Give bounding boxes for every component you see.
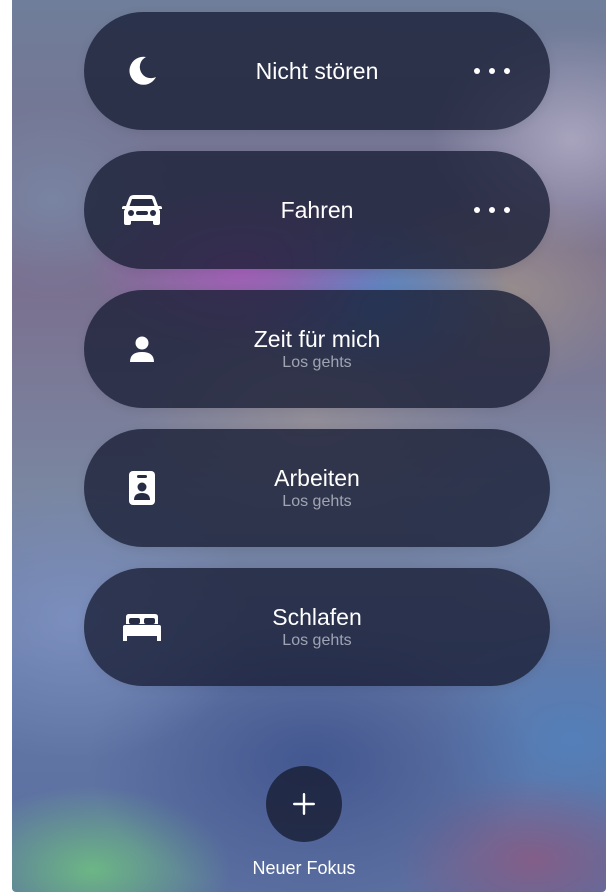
focus-card-sleep[interactable]: Schlafen Los gehts <box>84 568 550 686</box>
plus-icon <box>293 793 315 815</box>
focus-title: Fahren <box>280 197 354 223</box>
ellipsis-dot-icon <box>504 207 510 213</box>
focus-title: Zeit für mich <box>253 326 381 352</box>
ellipsis-dot-icon <box>474 207 480 213</box>
new-focus-button[interactable] <box>266 766 342 842</box>
person-icon <box>120 327 164 371</box>
more-options-button[interactable] <box>474 61 510 81</box>
focus-title: Schlafen <box>272 604 362 630</box>
focus-title: Nicht stören <box>255 58 379 84</box>
new-focus-label[interactable]: Neuer Fokus <box>204 858 404 879</box>
focus-card-texts: Arbeiten Los gehts <box>174 429 460 547</box>
focus-card-do-not-disturb[interactable]: Nicht stören <box>84 12 550 130</box>
focus-subtitle: Los gehts <box>282 632 352 649</box>
screen-left-margin <box>0 0 12 892</box>
more-options-button[interactable] <box>474 200 510 220</box>
ellipsis-dot-icon <box>504 68 510 74</box>
focus-title: Arbeiten <box>274 465 360 491</box>
focus-card-work[interactable]: Arbeiten Los gehts <box>84 429 550 547</box>
ellipsis-dot-icon <box>489 207 495 213</box>
ellipsis-dot-icon <box>489 68 495 74</box>
focus-card-texts: Schlafen Los gehts <box>174 568 460 686</box>
bed-icon <box>120 605 164 649</box>
moon-icon <box>120 49 164 93</box>
focus-card-texts: Zeit für mich Los gehts <box>174 290 460 408</box>
car-icon <box>120 188 164 232</box>
focus-subtitle: Los gehts <box>282 354 352 371</box>
focus-card-texts: Fahren <box>174 151 460 269</box>
focus-card-driving[interactable]: Fahren <box>84 151 550 269</box>
focus-screen: Nicht stören Fahren Zeit für mich Los ge… <box>12 0 606 892</box>
focus-card-personal[interactable]: Zeit für mich Los gehts <box>84 290 550 408</box>
focus-card-texts: Nicht stören <box>174 12 460 130</box>
ellipsis-dot-icon <box>474 68 480 74</box>
id-badge-icon <box>120 466 164 510</box>
focus-subtitle: Los gehts <box>282 493 352 510</box>
